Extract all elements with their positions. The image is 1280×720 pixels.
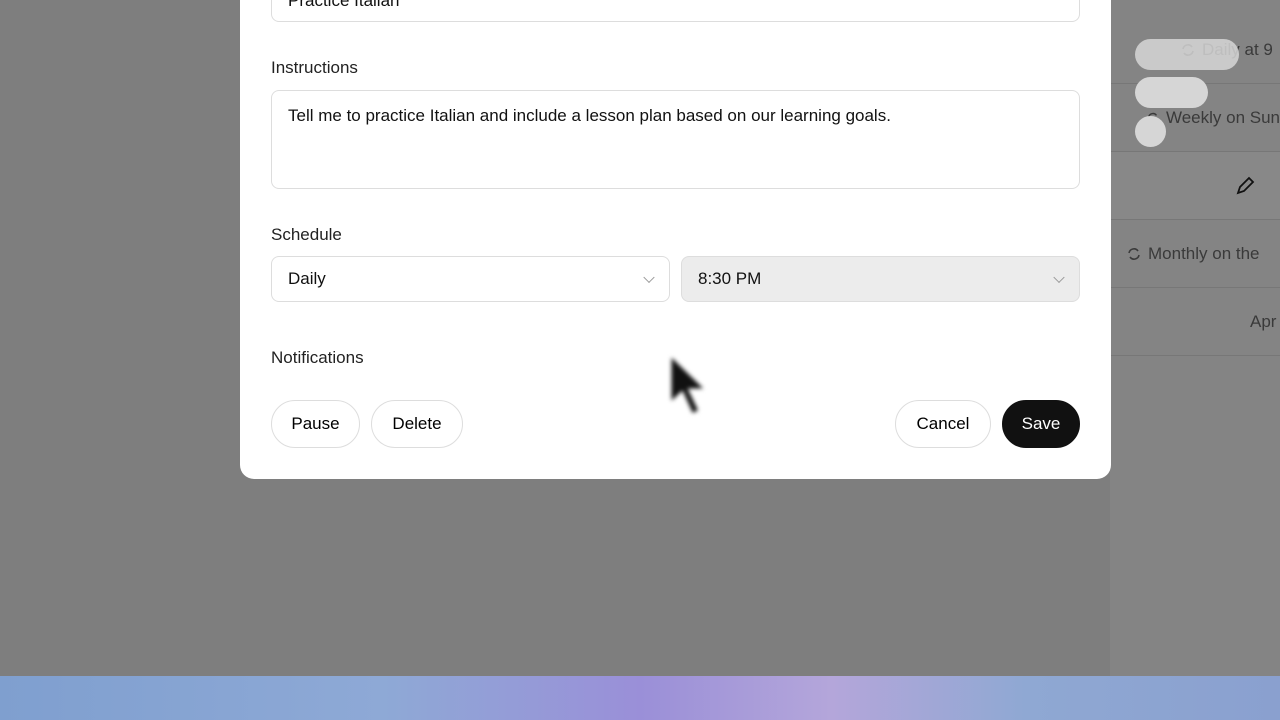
- pause-button[interactable]: Pause: [271, 400, 360, 448]
- task-row-hover[interactable]: [1110, 152, 1280, 220]
- frequency-value: Daily: [288, 269, 326, 288]
- task-schedule: Weekly on Sun: [1165, 107, 1280, 127]
- instructions-textarea[interactable]: Tell me to practice Italian and include …: [271, 90, 1080, 189]
- pencil-icon[interactable]: [1234, 175, 1256, 197]
- task-row[interactable]: Monthly on the: [1110, 220, 1280, 288]
- title-value: Practice Italian: [288, 0, 400, 10]
- time-value: 8:30 PM: [698, 269, 762, 288]
- delete-button[interactable]: Delete: [371, 400, 463, 448]
- loading-skeleton: [1135, 116, 1166, 147]
- loading-skeleton: [1135, 39, 1239, 70]
- instructions-label: Instructions: [271, 58, 358, 77]
- cancel-button[interactable]: Cancel: [895, 400, 991, 448]
- chevron-down-icon: [643, 271, 655, 284]
- mouse-cursor-icon: [668, 350, 711, 418]
- title-input[interactable]: Practice Italian: [271, 0, 1080, 22]
- notifications-label: Notifications: [271, 348, 364, 367]
- repeat-icon: [1128, 247, 1140, 260]
- chevron-down-icon: [1053, 271, 1065, 284]
- task-row[interactable]: Apr: [1110, 288, 1280, 356]
- time-select[interactable]: 8:30 PM: [681, 256, 1080, 302]
- loading-skeleton: [1135, 77, 1208, 108]
- schedule-label: Schedule: [271, 225, 342, 244]
- frequency-select[interactable]: Daily: [271, 256, 670, 302]
- desktop-dock-strip: [0, 676, 1280, 720]
- save-button[interactable]: Save: [1002, 400, 1080, 448]
- instructions-value: Tell me to practice Italian and include …: [288, 106, 891, 125]
- task-date: Apr: [1250, 311, 1277, 331]
- task-schedule: Monthly on the: [1148, 243, 1260, 263]
